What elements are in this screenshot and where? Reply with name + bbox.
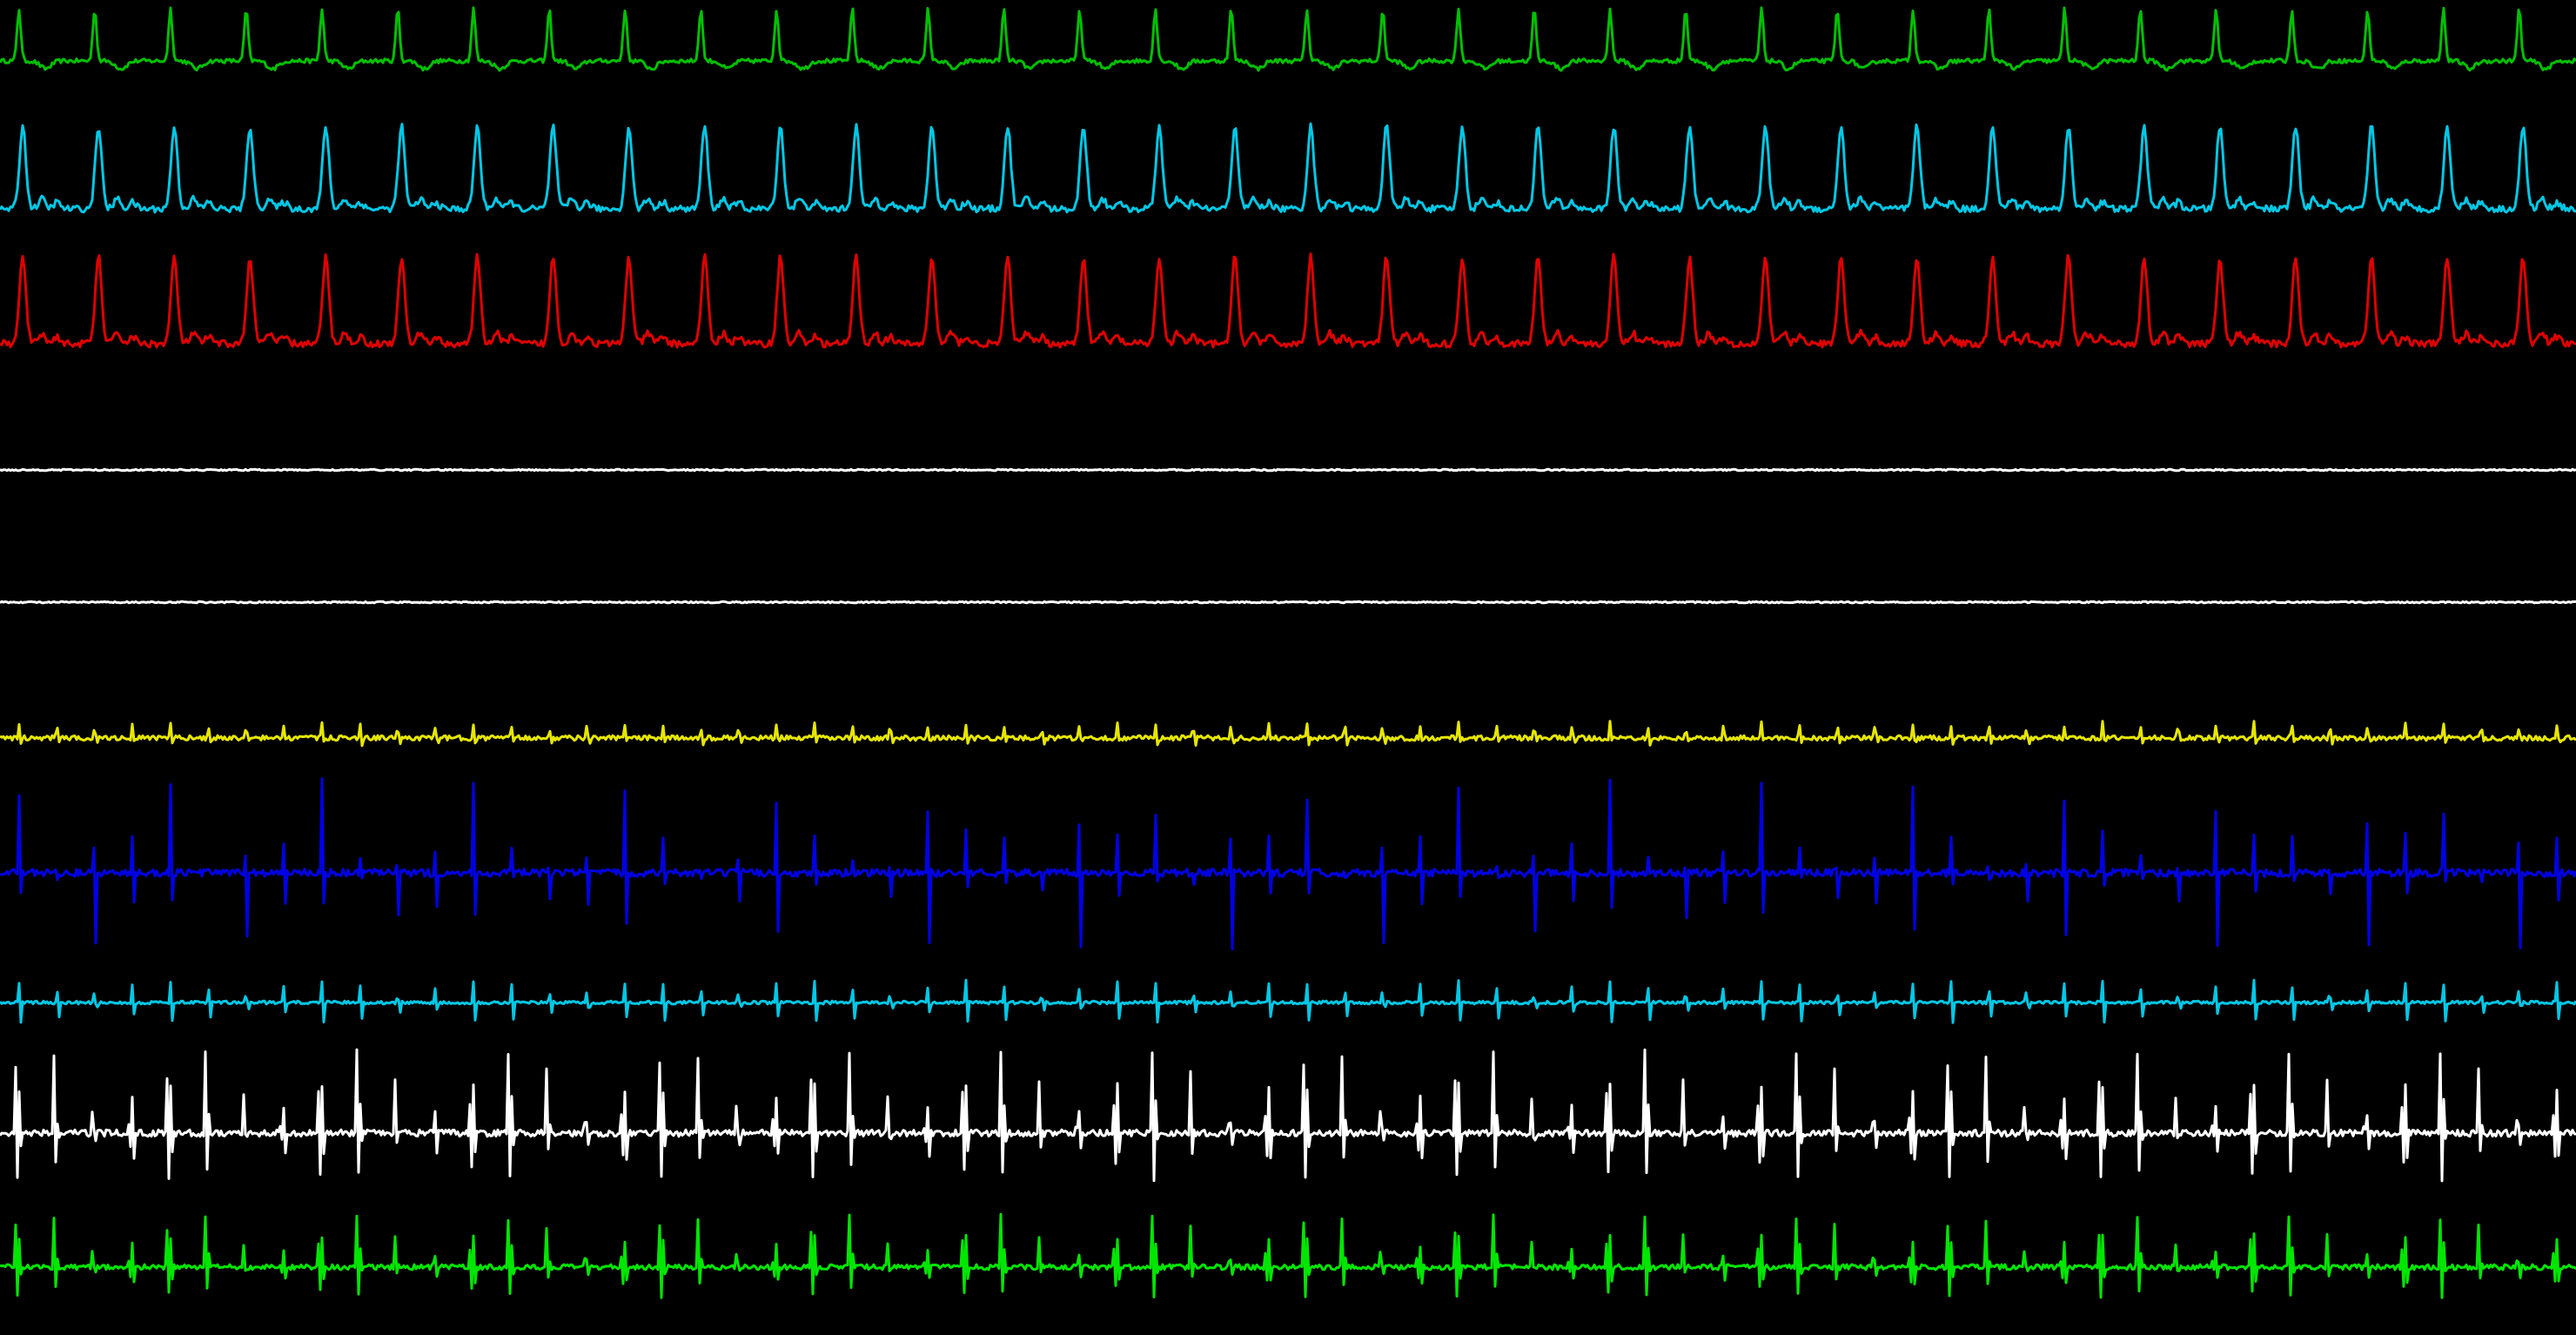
waveform-canvas — [0, 0, 2576, 1335]
waveform-ch5 — [0, 600, 2576, 605]
tracing-display — [0, 0, 2576, 1335]
waveform-ch4 — [0, 467, 2576, 473]
